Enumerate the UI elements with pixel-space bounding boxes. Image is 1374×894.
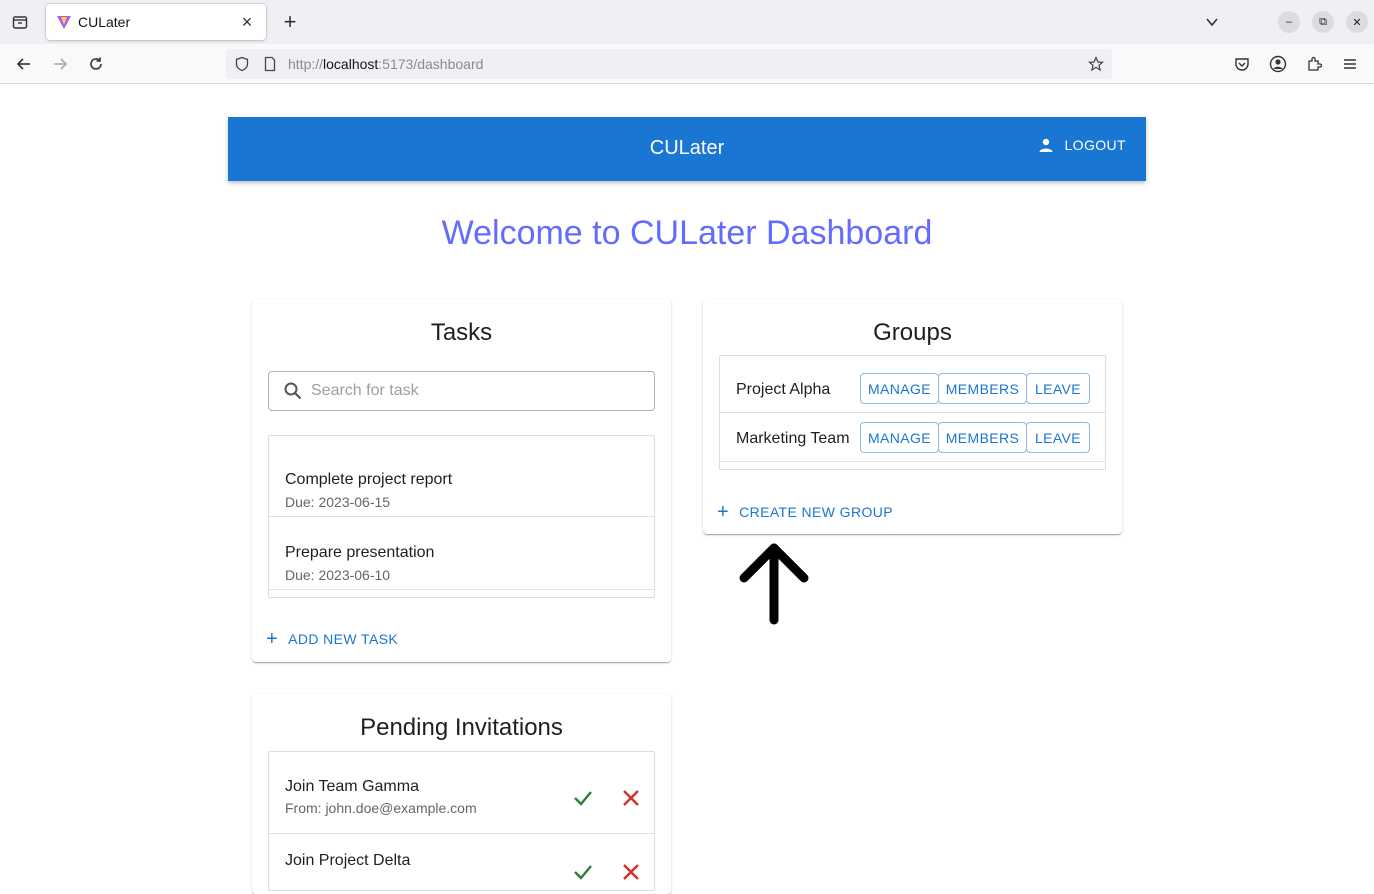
group-name: Project Alpha xyxy=(736,381,831,398)
extensions-icon[interactable] xyxy=(1302,52,1326,76)
window-close-icon[interactable]: ✕ xyxy=(1346,11,1368,33)
close-icon[interactable] xyxy=(619,860,643,884)
create-group-label: CREATE NEW GROUP xyxy=(739,504,894,520)
account-icon[interactable] xyxy=(1266,52,1290,76)
tab-title: CULater xyxy=(78,14,131,30)
url-bar[interactable]: http://localhost:5173/dashboard xyxy=(226,49,1112,79)
forward-icon[interactable] xyxy=(48,52,72,76)
groups-title: Groups xyxy=(873,319,952,346)
url-host: localhost xyxy=(323,56,379,72)
group-row: Project Alpha MANAGE MEMBERS LEAVE xyxy=(720,364,1105,413)
group-name: Marketing Team xyxy=(736,430,850,447)
list-item: Join Team Gamma From: john.doe@example.c… xyxy=(269,752,654,834)
list-item[interactable]: Prepare presentation Due: 2023-06-10 xyxy=(269,517,654,590)
minimize-icon[interactable]: – xyxy=(1278,11,1300,33)
leave-button[interactable]: LEAVE xyxy=(1026,422,1090,453)
tab-list-icon[interactable] xyxy=(8,10,32,34)
plus-icon[interactable]: + xyxy=(279,9,301,34)
tasks-card: Tasks Complete project report Due: 2023-… xyxy=(252,299,671,662)
url-text: http://localhost:5173/dashboard xyxy=(288,56,483,72)
browser-tab-bar: CULater × + – ⧉ ✕ xyxy=(0,0,1374,44)
url-path: :5173/dashboard xyxy=(378,56,484,72)
logout-button[interactable]: LOGOUT xyxy=(1038,137,1126,153)
add-task-button[interactable]: + ADD NEW TASK xyxy=(266,628,399,650)
leave-button[interactable]: LEAVE xyxy=(1026,373,1090,404)
reload-icon[interactable] xyxy=(84,52,108,76)
restore-icon[interactable]: ⧉ xyxy=(1312,11,1334,33)
members-button[interactable]: MEMBERS xyxy=(938,422,1027,453)
logout-label: LOGOUT xyxy=(1064,137,1126,153)
shield-icon[interactable] xyxy=(234,56,250,72)
task-list: Complete project report Due: 2023-06-15 … xyxy=(268,435,655,598)
menu-icon[interactable] xyxy=(1338,52,1362,76)
task-name: Prepare presentation xyxy=(285,544,435,561)
check-icon[interactable] xyxy=(571,786,595,810)
plus-icon: + xyxy=(717,501,730,523)
invitation-from: From: john.doe@example.com xyxy=(285,800,477,816)
invitation-list: Join Team Gamma From: john.doe@example.c… xyxy=(268,751,655,891)
task-due: Due: 2023-06-10 xyxy=(285,567,391,583)
page-icon[interactable] xyxy=(262,56,278,72)
group-row: Marketing Team MANAGE MEMBERS LEAVE xyxy=(720,413,1105,462)
app-title: CULater xyxy=(649,137,725,159)
task-search-field[interactable] xyxy=(268,371,655,411)
group-list: Project Alpha MANAGE MEMBERS LEAVE Marke… xyxy=(719,355,1106,470)
vite-favicon-icon xyxy=(57,16,71,29)
app-header: CULater LOGOUT xyxy=(228,117,1146,181)
create-group-button[interactable]: + CREATE NEW GROUP xyxy=(717,501,894,523)
groups-card: Groups Project Alpha MANAGE MEMBERS LEAV… xyxy=(703,299,1122,534)
task-name: Complete project report xyxy=(285,471,453,488)
list-item: Join Project Delta xyxy=(269,834,654,890)
pocket-icon[interactable] xyxy=(1230,52,1254,76)
search-input[interactable] xyxy=(311,382,631,400)
plus-icon: + xyxy=(266,628,279,650)
tasks-title: Tasks xyxy=(430,319,493,346)
add-task-label: ADD NEW TASK xyxy=(288,631,399,647)
arrow-up-icon xyxy=(739,543,809,625)
url-scheme: http:// xyxy=(288,56,324,72)
members-button[interactable]: MEMBERS xyxy=(938,373,1027,404)
task-due: Due: 2023-06-15 xyxy=(285,494,391,510)
browser-nav-bar: http://localhost:5173/dashboard xyxy=(0,44,1374,84)
chevron-down-icon[interactable] xyxy=(1200,10,1224,34)
manage-button[interactable]: MANAGE xyxy=(860,422,939,453)
invitations-card: Pending Invitations Join Team Gamma From… xyxy=(252,694,671,894)
back-icon[interactable] xyxy=(12,52,36,76)
check-icon[interactable] xyxy=(571,860,595,884)
invitation-name: Join Project Delta xyxy=(285,852,411,869)
star-icon[interactable] xyxy=(1088,56,1104,72)
close-icon[interactable]: × xyxy=(238,12,256,32)
search-icon xyxy=(284,382,302,400)
page-title: Welcome to CULater Dashboard xyxy=(441,214,933,252)
person-icon xyxy=(1039,138,1053,152)
close-icon[interactable] xyxy=(619,786,643,810)
manage-button[interactable]: MANAGE xyxy=(860,373,939,404)
invitations-title: Pending Invitations xyxy=(360,714,563,741)
invitation-name: Join Team Gamma xyxy=(285,778,419,795)
list-item[interactable]: Complete project report Due: 2023-06-15 xyxy=(269,444,654,517)
browser-tab[interactable]: CULater × xyxy=(46,4,266,40)
